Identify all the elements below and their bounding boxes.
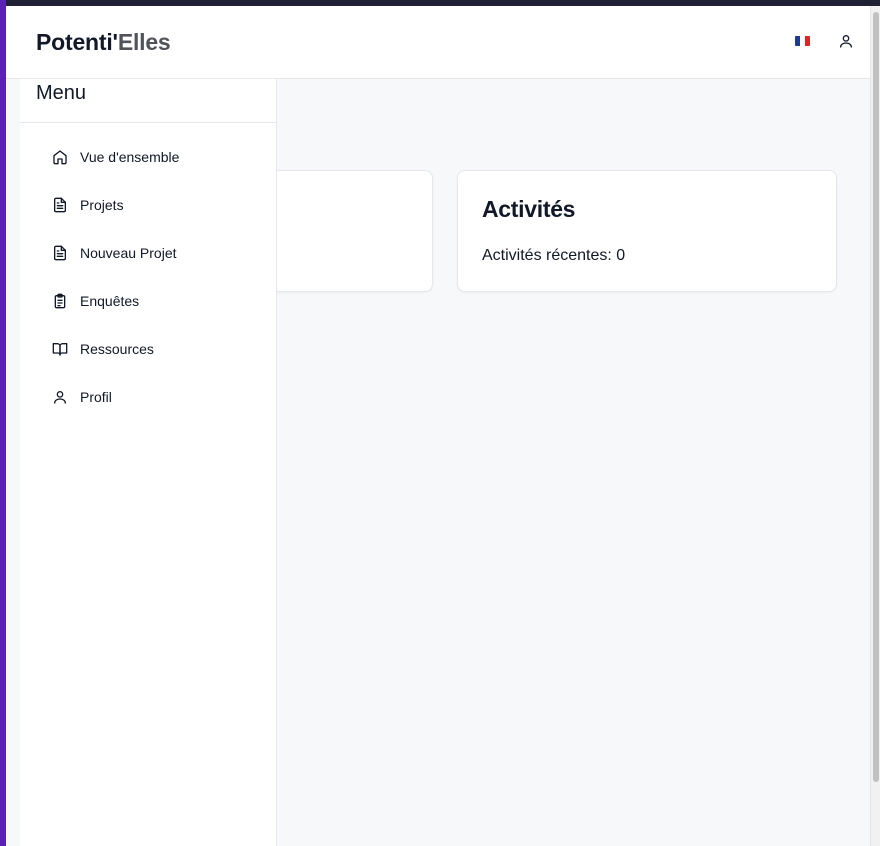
activities-card-text: Activités récentes: 0 — [482, 247, 626, 264]
brand-name-part1: Potenti' — [36, 29, 118, 55]
sidebar-item-resources[interactable]: Ressources — [36, 331, 261, 367]
user-menu-button[interactable] — [838, 33, 854, 49]
brand-name-part2: Elles — [117, 29, 171, 55]
language-flag-icon[interactable] — [795, 36, 810, 46]
screen-frame: Activités Activités récentes: 0 Potenti'… — [0, 0, 880, 846]
sidebar-item-surveys[interactable]: Enquêtes — [36, 283, 261, 319]
app-header: Potenti'Elles — [6, 6, 870, 79]
sidebar-menu: Menu Vue d'ensemble Projets Nouveau Proj… — [20, 79, 277, 846]
activities-card-title: Activités — [482, 196, 576, 222]
sidebar-item-label: Enquêtes — [80, 293, 140, 309]
home-icon — [52, 149, 68, 165]
sidebar-item-label: Profil — [80, 389, 112, 405]
user-icon — [840, 35, 852, 48]
page-scrollbar[interactable] — [870, 6, 880, 846]
sidebar-item-label: Projets — [80, 197, 124, 213]
sidebar-item-label: Ressources — [80, 341, 154, 357]
activities-card: Activités Activités récentes: 0 — [457, 170, 837, 292]
scrollbar-thumb[interactable] — [873, 12, 879, 782]
file-text-icon — [52, 245, 68, 261]
brand-logo[interactable]: Potenti'Elles — [36, 29, 171, 56]
sidebar-item-overview[interactable]: Vue d'ensemble — [36, 139, 261, 175]
clipboard-list-icon — [52, 293, 68, 309]
sidebar-item-label: Vue d'ensemble — [80, 149, 180, 165]
book-open-icon — [52, 341, 68, 357]
sidebar-title: Menu — [36, 82, 87, 104]
sidebar-item-projects[interactable]: Projets — [36, 187, 261, 223]
file-text-icon — [52, 197, 68, 213]
sidebar-divider — [20, 122, 277, 123]
user-icon — [52, 389, 68, 405]
sidebar-item-label: Nouveau Projet — [80, 245, 177, 261]
app-window: Activités Activités récentes: 0 Potenti'… — [6, 6, 880, 846]
sidebar-item-profile[interactable]: Profil — [36, 379, 261, 415]
sidebar-item-new-project[interactable]: Nouveau Projet — [36, 235, 261, 271]
